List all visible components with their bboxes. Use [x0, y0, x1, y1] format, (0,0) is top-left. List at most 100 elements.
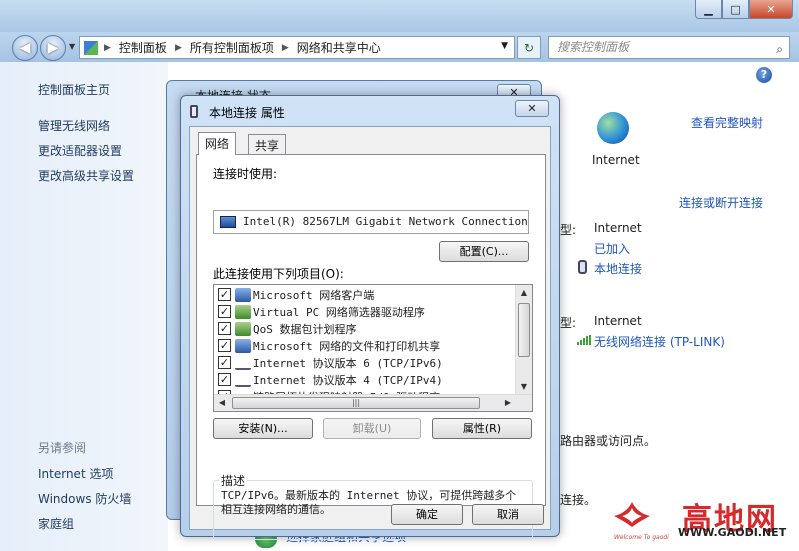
wireless-signal-icon	[577, 335, 591, 345]
list-item[interactable]: ✓ Internet 协议版本 4 (TCP/IPv4)	[218, 371, 443, 388]
caption-buttons: ▁ □ ✕	[695, 0, 793, 19]
vertical-scroll-thumb[interactable]	[518, 303, 530, 357]
adapter-name-box: Intel(R) 82567LM Gigabit Network Connect…	[213, 210, 529, 234]
sidebar-manage-wireless[interactable]: 管理无线网络	[38, 117, 110, 134]
history-dropdown[interactable]: ▼	[69, 42, 75, 51]
maximize-icon: □	[730, 2, 741, 16]
breadcrumb-sep[interactable]: ▶	[175, 43, 182, 53]
adapter-title-icon	[190, 105, 198, 118]
list-item[interactable]: ✓ Virtual PC 网络筛选器驱动程序	[218, 303, 425, 320]
sidebar-homegroup[interactable]: 家庭组	[38, 515, 74, 532]
maximize-button[interactable]: □	[722, 0, 749, 19]
breadcrumb-all-items[interactable]: 所有控制面板项	[190, 39, 274, 56]
tab-sharing[interactable]: 共享	[248, 134, 287, 154]
item-label: Internet 协议版本 6 (TCP/IPv6)	[253, 356, 443, 370]
sidebar-change-adapter[interactable]: 更改适配器设置	[38, 142, 122, 159]
breadcrumb-sep[interactable]: ▶	[282, 43, 289, 53]
access-type-value-1: Internet	[594, 221, 642, 235]
network-service-icon	[235, 321, 251, 336]
configure-button[interactable]: 配置(C)...	[439, 241, 529, 262]
internet-label: Internet	[592, 153, 640, 167]
title-bar: ▁ □ ✕	[0, 0, 799, 32]
horizontal-scrollbar[interactable]: ◀ ||| ▶	[214, 394, 532, 411]
local-connection-link[interactable]: 本地连接	[594, 260, 642, 277]
search-icon[interactable]: ⌕	[776, 39, 783, 60]
item-label: Microsoft 网络的文件和打印机共享	[253, 339, 441, 353]
dialog-client-area: 网络 共享 连接时使用: Intel(R) 82567LM Gigabit Ne…	[189, 126, 551, 540]
item-checkbox[interactable]: ✓	[218, 305, 231, 318]
router-text: 路由器或访问点。	[560, 434, 657, 448]
control-panel-icon	[84, 40, 98, 55]
wireless-connection-link[interactable]: 无线网络连接 (TP-LINK)	[594, 333, 725, 350]
refresh-icon: ↻	[523, 40, 535, 55]
homegroup-joined-link[interactable]: 已加入	[594, 240, 630, 257]
back-arrow-icon: ◀	[19, 40, 31, 56]
item-checkbox[interactable]: ✓	[218, 373, 231, 386]
uninstall-button[interactable]: 卸载(U)	[323, 418, 421, 439]
connect-disconnect-link[interactable]: 连接或断开连接	[679, 194, 763, 211]
connect-using-label: 连接时使用:	[213, 167, 278, 181]
horizontal-scroll-thumb[interactable]: |||	[232, 397, 480, 409]
watermark-tagline: Welcome To gaodi	[614, 534, 669, 541]
scroll-down-icon[interactable]: ▼	[516, 379, 532, 395]
item-label: Internet 协议版本 4 (TCP/IPv4)	[253, 373, 443, 387]
network-adapter-icon	[220, 216, 236, 228]
refresh-button[interactable]: ↻	[517, 36, 541, 59]
cancel-button[interactable]: 取消	[472, 504, 544, 525]
ok-button[interactable]: 确定	[391, 504, 463, 525]
properties-dialog-title: 本地连接 属性	[209, 106, 285, 120]
item-checkbox[interactable]: ✓	[218, 322, 231, 335]
item-label: Microsoft 网络客户端	[253, 288, 375, 302]
access-type-label-1: 型:	[560, 223, 577, 237]
scroll-up-icon[interactable]: ▲	[516, 285, 532, 301]
access-type-label-2: 型:	[560, 316, 577, 330]
sidebar-windows-firewall[interactable]: Windows 防火墙	[38, 490, 131, 507]
sidebar-advanced-sharing[interactable]: 更改高级共享设置	[38, 167, 134, 184]
close-button[interactable]: ✕	[749, 0, 793, 19]
install-button[interactable]: 安装(N)...	[213, 418, 313, 439]
access-type-value-2: Internet	[594, 314, 642, 328]
item-checkbox[interactable]: ✓	[218, 339, 231, 352]
network-tab-panel: 连接时使用: Intel(R) 82567LM Gigabit Network …	[196, 154, 546, 540]
item-label: QoS 数据包计划程序	[253, 322, 357, 336]
breadcrumb-control-panel[interactable]: 控制面板	[119, 39, 167, 56]
protocol-icon	[235, 361, 251, 370]
item-label: Virtual PC 网络筛选器驱动程序	[253, 305, 425, 319]
connect-text: 连接。	[560, 493, 597, 507]
minimize-button[interactable]: ▁	[695, 0, 722, 19]
item-checkbox[interactable]: ✓	[218, 356, 231, 369]
local-connection-properties-dialog: 本地连接 属性 ✕ 网络 共享 连接时使用: Intel(R) 82567LM …	[180, 95, 560, 540]
sidebar: 控制面板主页 管理无线网络 更改适配器设置 更改高级共享设置 另请参阅 Inte…	[0, 62, 168, 551]
back-button[interactable]: ◀	[12, 35, 38, 61]
description-label: 描述	[219, 472, 248, 489]
network-service-icon	[235, 304, 251, 319]
properties-dialog-close-button[interactable]: ✕	[515, 100, 549, 117]
search-input[interactable]: 搜索控制面板 ⌕	[548, 36, 790, 59]
sidebar-internet-options[interactable]: Internet 选项	[38, 465, 113, 482]
sidebar-home-link[interactable]: 控制面板主页	[38, 81, 110, 98]
item-checkbox[interactable]: ✓	[218, 288, 231, 301]
scroll-left-icon[interactable]: ◀	[214, 395, 230, 411]
scroll-right-icon[interactable]: ▶	[500, 395, 516, 411]
list-item[interactable]: ✓ Internet 协议版本 6 (TCP/IPv6)	[218, 354, 443, 371]
forward-arrow-icon: ▶	[47, 40, 59, 56]
view-full-map-link[interactable]: 查看完整映射	[691, 114, 763, 131]
properties-button[interactable]: 属性(R)	[432, 418, 532, 439]
components-listbox[interactable]: ✓ Microsoft 网络客户端 ✓ Virtual PC 网络筛选器驱动程序…	[213, 284, 533, 412]
address-dropdown-icon[interactable]: ▼	[501, 41, 508, 51]
breadcrumb-sep[interactable]: ▶	[104, 43, 111, 53]
address-bar[interactable]: ▶ 控制面板 ▶ 所有控制面板项 ▶ 网络和共享中心 ▼	[79, 36, 515, 59]
network-client-icon	[235, 287, 251, 302]
network-client-icon	[235, 338, 251, 353]
list-item[interactable]: ✓ QoS 数据包计划程序	[218, 320, 357, 337]
navigation-bar: ◀ ▶ ▼ ▶ 控制面板 ▶ 所有控制面板项 ▶ 网络和共享中心 ▼ ↻ 搜索控…	[0, 32, 799, 62]
search-placeholder: 搜索控制面板	[557, 40, 630, 54]
vertical-scrollbar[interactable]: ▲ ▼	[515, 285, 532, 396]
close-icon: ✕	[527, 102, 537, 115]
forward-button[interactable]: ▶	[40, 35, 66, 61]
tab-network[interactable]: 网络	[198, 132, 237, 155]
list-item[interactable]: ✓ Microsoft 网络客户端	[218, 286, 374, 303]
breadcrumb-network-center[interactable]: 网络和共享中心	[297, 39, 381, 56]
list-item[interactable]: ✓ Microsoft 网络的文件和打印机共享	[218, 337, 440, 354]
help-icon[interactable]: ?	[756, 67, 772, 83]
